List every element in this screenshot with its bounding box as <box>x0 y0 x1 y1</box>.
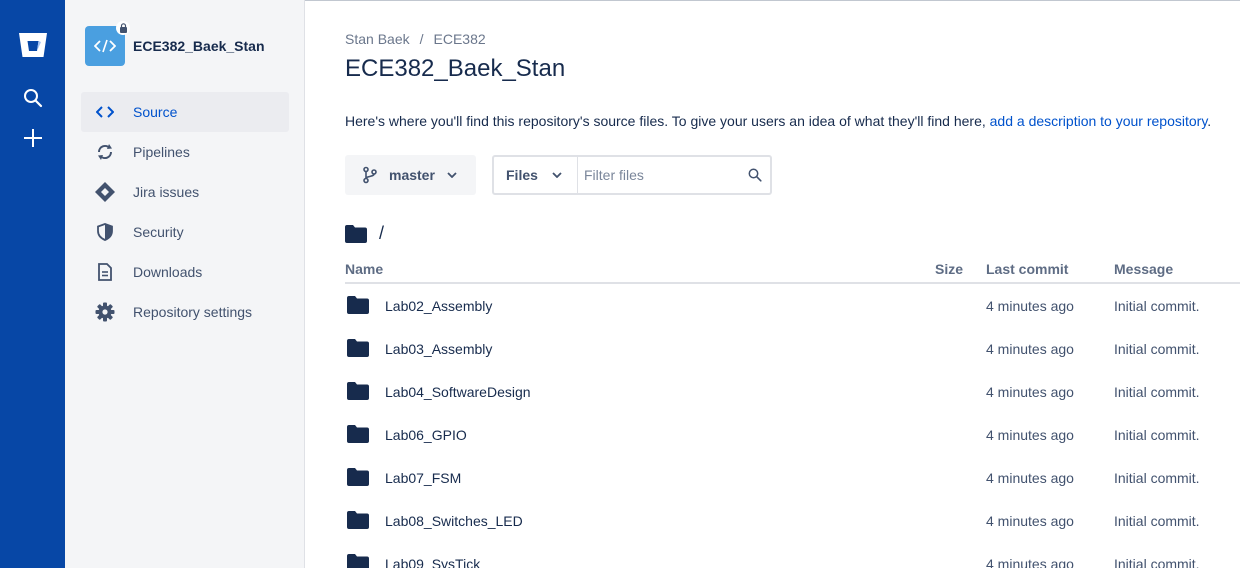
sidebar-item-pipelines[interactable]: Pipelines <box>81 132 289 172</box>
last-commit-time: 4 minutes ago <box>986 470 1074 486</box>
column-header-name[interactable]: Name <box>345 261 383 277</box>
description-end: . <box>1207 113 1212 129</box>
global-navigation <box>0 0 65 568</box>
page-title: ECE382_Baek_Stan <box>345 55 566 82</box>
chevron-down-icon <box>552 172 562 178</box>
sidebar-item-repository-settings[interactable]: Repository settings <box>81 292 289 332</box>
table-row[interactable]: Lab03_Assembly 4 minutes ago Initial com… <box>345 327 1240 370</box>
file-name-link[interactable]: Lab02_Assembly <box>385 298 492 314</box>
branch-icon <box>361 166 379 184</box>
shield-icon <box>95 222 115 242</box>
folder-icon <box>347 511 369 529</box>
breadcrumb-project-link[interactable]: ECE382 <box>434 31 486 47</box>
folder-icon <box>347 554 369 568</box>
last-commit-time: 4 minutes ago <box>986 427 1074 443</box>
column-header-size[interactable]: Size <box>935 261 963 277</box>
file-name-link[interactable]: Lab06_GPIO <box>385 427 467 443</box>
folder-icon <box>347 468 369 486</box>
last-commit-time: 4 minutes ago <box>986 513 1074 529</box>
commit-message: Initial commit. <box>1114 513 1200 529</box>
add-description-link[interactable]: add a description to your repository <box>990 113 1208 129</box>
top-divider <box>305 0 1240 1</box>
sidebar-item-label: Jira issues <box>133 184 200 200</box>
column-header-last-commit[interactable]: Last commit <box>986 261 1068 277</box>
table-row[interactable]: Lab09_SysTick 4 minutes ago Initial comm… <box>345 542 1240 568</box>
sidebar-nav: Source Pipelines Jira issues Security Do… <box>81 92 289 332</box>
file-name-link[interactable]: Lab03_Assembly <box>385 341 492 357</box>
folder-icon <box>347 339 369 357</box>
file-filter: Files <box>492 155 772 195</box>
table-row[interactable]: Lab07_FSM 4 minutes ago Initial commit. <box>345 456 1240 499</box>
sidebar-item-label: Security <box>133 224 184 240</box>
commit-message: Initial commit. <box>1114 470 1200 486</box>
repo-avatar <box>85 21 130 66</box>
commit-message: Initial commit. <box>1114 427 1200 443</box>
folder-icon <box>347 382 369 400</box>
folder-icon <box>345 224 367 243</box>
breadcrumb: Stan Baek / ECE382 <box>345 31 486 47</box>
search-icon[interactable] <box>0 84 65 112</box>
sidebar-item-label: Downloads <box>133 264 203 280</box>
table-row[interactable]: Lab06_GPIO 4 minutes ago Initial commit. <box>345 413 1240 456</box>
file-name-link[interactable]: Lab09_SysTick <box>385 556 480 568</box>
sidebar-item-source[interactable]: Source <box>81 92 289 132</box>
pipelines-icon <box>95 142 115 162</box>
sidebar-item-label: Source <box>133 104 178 120</box>
file-name-link[interactable]: Lab04_SoftwareDesign <box>385 384 531 400</box>
code-brackets-icon <box>94 39 116 53</box>
folder-icon <box>347 425 369 443</box>
repository-sidebar: ECE382_Baek_Stan Source Pipelines Jira i… <box>65 0 305 568</box>
path-text: / <box>379 223 385 243</box>
table-row[interactable]: Lab02_Assembly 4 minutes ago Initial com… <box>345 284 1240 327</box>
file-name-link[interactable]: Lab07_FSM <box>385 470 461 486</box>
code-icon <box>95 102 115 122</box>
create-plus-icon[interactable] <box>0 124 65 152</box>
column-header-message[interactable]: Message <box>1114 261 1173 277</box>
commit-message: Initial commit. <box>1114 384 1200 400</box>
file-name-link[interactable]: Lab08_Switches_LED <box>385 513 523 529</box>
lock-icon <box>116 21 130 35</box>
branch-selector-button[interactable]: master <box>345 155 476 195</box>
commit-message: Initial commit. <box>1114 556 1200 568</box>
folder-icon <box>347 296 369 314</box>
repo-header[interactable]: ECE382_Baek_Stan <box>85 21 265 66</box>
last-commit-time: 4 minutes ago <box>986 384 1074 400</box>
repo-description: Here's where you'll find this repository… <box>345 113 1211 129</box>
bitbucket-logo-icon[interactable] <box>0 28 65 62</box>
last-commit-time: 4 minutes ago <box>986 298 1074 314</box>
sidebar-item-label: Repository settings <box>133 304 253 320</box>
table-header: Name Size Last commit Message <box>345 258 1240 284</box>
last-commit-time: 4 minutes ago <box>986 341 1074 357</box>
current-path: / <box>345 223 384 244</box>
filter-files-input[interactable] <box>584 167 744 183</box>
commit-message: Initial commit. <box>1114 341 1200 357</box>
last-commit-time: 4 minutes ago <box>986 556 1074 568</box>
main-content: Stan Baek / ECE382 ECE382_Baek_Stan Here… <box>305 0 1240 568</box>
breadcrumb-separator: / <box>419 31 424 47</box>
files-dropdown[interactable]: Files <box>494 157 578 193</box>
branch-name: master <box>389 167 435 183</box>
file-table: Name Size Last commit Message Lab02_Asse… <box>345 258 1240 568</box>
document-icon <box>95 262 115 282</box>
sidebar-item-jira-issues[interactable]: Jira issues <box>81 172 289 212</box>
search-icon[interactable] <box>748 168 762 182</box>
gear-icon <box>95 302 115 322</box>
table-row[interactable]: Lab04_SoftwareDesign 4 minutes ago Initi… <box>345 370 1240 413</box>
sidebar-item-security[interactable]: Security <box>81 212 289 252</box>
table-row[interactable]: Lab08_Switches_LED 4 minutes ago Initial… <box>345 499 1240 542</box>
chevron-down-icon <box>447 172 457 178</box>
sidebar-item-downloads[interactable]: Downloads <box>81 252 289 292</box>
repo-name[interactable]: ECE382_Baek_Stan <box>133 38 265 54</box>
jira-icon <box>95 182 115 202</box>
sidebar-item-label: Pipelines <box>133 144 190 160</box>
files-dropdown-label: Files <box>506 167 538 183</box>
breadcrumb-owner-link[interactable]: Stan Baek <box>345 31 410 47</box>
description-text: Here's where you'll find this repository… <box>345 113 986 129</box>
commit-message: Initial commit. <box>1114 298 1200 314</box>
